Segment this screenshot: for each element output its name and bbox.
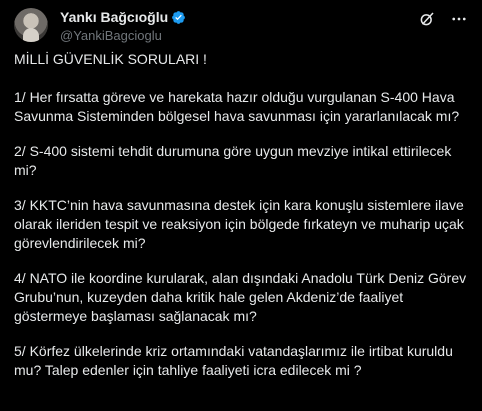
more-icon[interactable]	[450, 10, 468, 28]
post-paragraph: 5/ Körfez ülkelerinde kriz ortamındaki v…	[14, 343, 453, 378]
grok-icon[interactable]	[418, 10, 436, 28]
header-actions	[418, 10, 468, 28]
display-name-row: Yankı Bağcıoğlu	[60, 9, 186, 25]
post-header: Yankı Bağcıoğlu @YankiBagcioglu	[14, 8, 468, 44]
display-name[interactable]: Yankı Bağcıoğlu	[60, 9, 168, 25]
post: Yankı Bağcıoğlu @YankiBagcioglu MİLLİ GÜ…	[0, 0, 482, 411]
verified-badge-icon[interactable]	[171, 10, 186, 25]
author-info: Yankı Bağcıoğlu @YankiBagcioglu	[60, 9, 186, 43]
avatar[interactable]	[14, 8, 48, 42]
post-paragraph: 2/ S-400 sistemi tehdit durumuna göre uy…	[14, 143, 452, 178]
post-paragraph: 1/ Her fırsatta göreve ve harekata hazır…	[14, 89, 460, 124]
post-title: MİLLİ GÜVENLİK SORULARI !	[14, 51, 207, 67]
post-text: MİLLİ GÜVENLİK SORULARI ! 1/ Her fırsatt…	[14, 50, 470, 396]
post-paragraph: 3/ KKTC’nin hava savunmasına destek için…	[14, 197, 464, 251]
post-paragraph: 4/ NATO ile koordine kurularak, alan dış…	[14, 270, 467, 324]
handle[interactable]: @YankiBagcioglu	[60, 28, 186, 43]
